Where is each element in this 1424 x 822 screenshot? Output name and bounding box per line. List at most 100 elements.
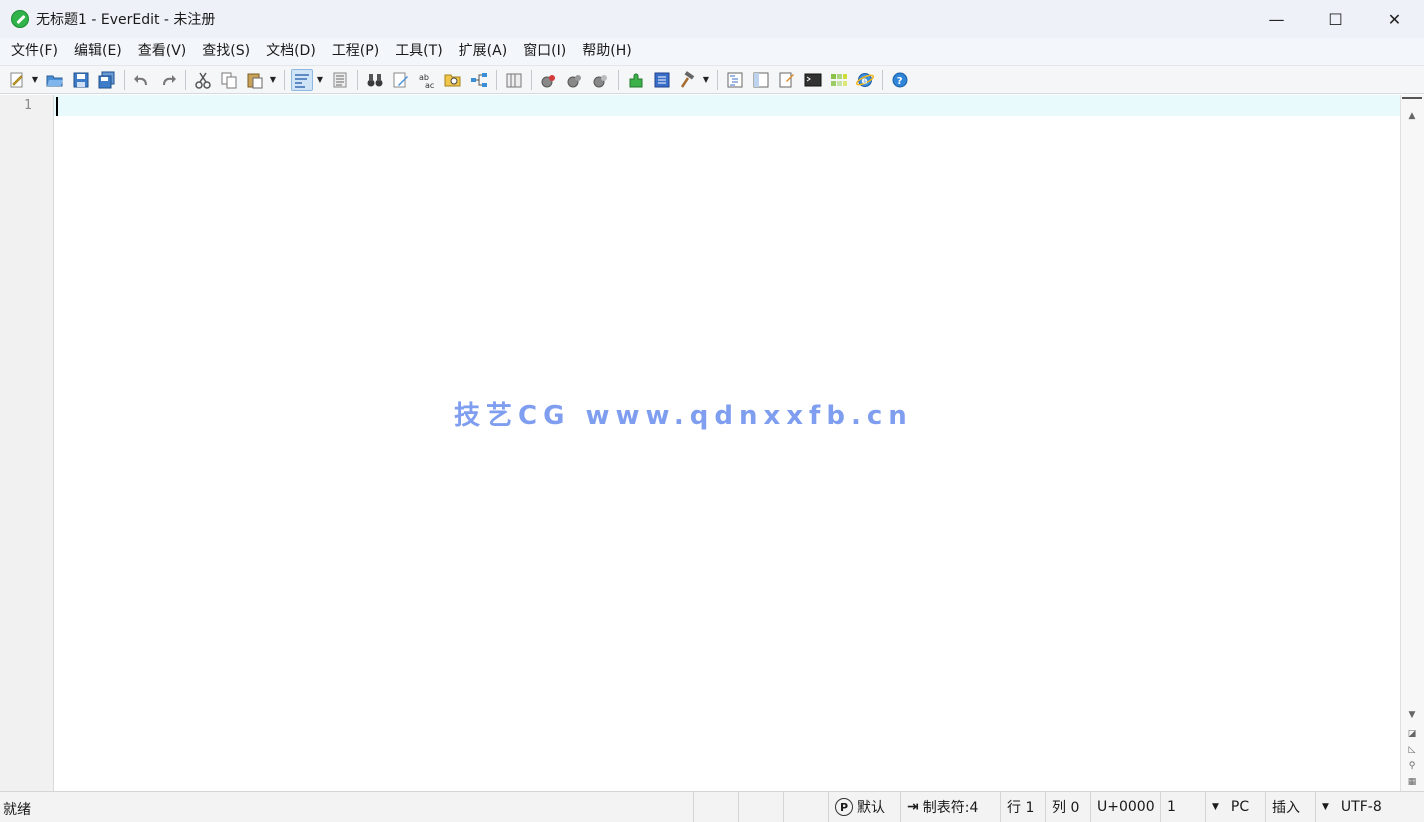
- text-editor[interactable]: 技艺CG www.qdnxxfb.cn: [54, 95, 1400, 791]
- browser-preview-icon[interactable]: e: [854, 69, 876, 91]
- ruler-toggle-icon[interactable]: ◺: [1403, 743, 1421, 757]
- status-bar: 就绪 P 默认 ⇥ 制表符:4 行 1 列 0 U+0000 1 ▼ PC 插入…: [0, 791, 1424, 822]
- status-empty-1: [693, 792, 738, 822]
- save-icon[interactable]: [70, 69, 92, 91]
- status-ready: 就绪: [3, 802, 31, 818]
- console-icon[interactable]: [802, 69, 824, 91]
- text-caret: [56, 97, 58, 116]
- find-binoculars-icon[interactable]: [364, 69, 386, 91]
- menu-search[interactable]: 查找(S): [194, 38, 258, 65]
- svg-text:ac: ac: [425, 81, 434, 89]
- theme-icon: P: [835, 798, 853, 816]
- menu-project[interactable]: 工程(P): [324, 38, 387, 65]
- menu-help[interactable]: 帮助(H): [574, 38, 639, 65]
- toolbar-separator: [618, 69, 619, 90]
- encoding-dropdown-icon: ▼: [1322, 802, 1329, 812]
- outline-panel-icon[interactable]: [724, 69, 746, 91]
- menu-view[interactable]: 查看(V): [130, 38, 195, 65]
- menu-tools[interactable]: 工具(T): [387, 38, 450, 65]
- toolbar-separator: [531, 69, 532, 90]
- status-line[interactable]: 行 1: [1000, 792, 1045, 822]
- status-theme-label: 默认: [857, 800, 885, 816]
- status-empty-3: [783, 792, 828, 822]
- menu-window[interactable]: 窗口(I): [515, 38, 574, 65]
- word-wrap-icon[interactable]: [291, 68, 313, 91]
- menu-edit[interactable]: 编辑(E): [66, 38, 130, 65]
- minimap-toggle-icon[interactable]: ◪: [1403, 727, 1421, 741]
- status-column[interactable]: 列 0: [1045, 792, 1090, 822]
- format-icon[interactable]: [329, 69, 351, 91]
- play-macro-icon[interactable]: [564, 69, 586, 91]
- status-empty-2: [738, 792, 783, 822]
- toolbar-separator: [496, 69, 497, 90]
- status-tab-size[interactable]: ⇥ 制表符:4: [900, 792, 1000, 822]
- minimize-button[interactable]: —: [1247, 0, 1306, 38]
- vertical-scrollbar[interactable]: ▲ ▼ ◪ ◺ ⚲ ▦: [1400, 95, 1424, 791]
- status-selection: 1: [1160, 792, 1205, 822]
- status-eol[interactable]: ▼ PC: [1205, 792, 1265, 822]
- color-grid-icon[interactable]: [828, 69, 850, 91]
- menu-bar: 文件(F) 编辑(E) 查看(V) 查找(S) 文档(D) 工程(P) 工具(T…: [0, 38, 1424, 65]
- toolbar-separator: [124, 69, 125, 90]
- window-title: 无标题1 - EverEdit - 未注册: [36, 12, 216, 28]
- menu-extensions[interactable]: 扩展(A): [451, 38, 516, 65]
- everedit-logo-icon: [11, 10, 29, 28]
- plugin-icon[interactable]: [625, 69, 647, 91]
- status-tab-label: 制表符:4: [922, 800, 979, 816]
- build-dropdown-icon[interactable]: ▼: [701, 69, 711, 91]
- word-wrap-dropdown-icon[interactable]: ▼: [315, 69, 325, 91]
- redo-icon[interactable]: [157, 69, 179, 91]
- help-icon[interactable]: ?: [889, 69, 911, 91]
- status-insert-mode[interactable]: 插入: [1265, 792, 1315, 822]
- spell-check-icon[interactable]: ab ac: [416, 69, 438, 91]
- new-file-dropdown-icon[interactable]: ▼: [30, 69, 40, 91]
- undo-icon[interactable]: [131, 69, 153, 91]
- zoom-icon[interactable]: ⚲: [1403, 759, 1421, 773]
- toolbar-separator: [185, 69, 186, 90]
- line-number: 1: [24, 98, 32, 113]
- status-theme[interactable]: P 默认: [828, 792, 900, 822]
- menu-file[interactable]: 文件(F): [3, 38, 66, 65]
- scroll-down-icon[interactable]: ▼: [1403, 708, 1421, 722]
- toolbar-separator: [717, 69, 718, 90]
- watermark-text: 技艺CG www.qdnxxfb.cn: [454, 401, 913, 431]
- toolbar-separator: [357, 69, 358, 90]
- sidebar-panel-icon[interactable]: [750, 69, 772, 91]
- new-file-icon[interactable]: [6, 69, 28, 91]
- eol-dropdown-icon: ▼: [1212, 802, 1219, 812]
- close-button[interactable]: ✕: [1365, 0, 1424, 38]
- toolbar-separator: [284, 69, 285, 90]
- find-in-files-icon[interactable]: [442, 69, 464, 91]
- record-macro-icon[interactable]: [538, 69, 560, 91]
- svg-text:e: e: [862, 76, 868, 86]
- replace-icon[interactable]: [390, 69, 412, 91]
- line-number-gutter: 1: [0, 95, 54, 791]
- menu-document[interactable]: 文档(D): [258, 38, 324, 65]
- maximize-button[interactable]: ☐: [1306, 0, 1365, 38]
- diagram-icon[interactable]: [468, 69, 490, 91]
- scroll-up-icon[interactable]: ▲: [1403, 109, 1421, 123]
- tab-arrow-icon: ⇥: [907, 799, 919, 815]
- save-macro-icon[interactable]: [590, 69, 612, 91]
- snippet-icon[interactable]: [651, 69, 673, 91]
- title-bar: 无标题1 - EverEdit - 未注册 — ☐ ✕: [0, 0, 1424, 38]
- toolbar-separator: [882, 69, 883, 90]
- save-all-icon[interactable]: [96, 69, 118, 91]
- svg-text:?: ?: [897, 76, 903, 87]
- window-controls: — ☐ ✕: [1247, 0, 1424, 38]
- copy-icon[interactable]: [218, 69, 240, 91]
- split-handle-icon[interactable]: [1402, 97, 1422, 105]
- status-eol-label: PC: [1230, 799, 1250, 815]
- paste-dropdown-icon[interactable]: ▼: [268, 69, 278, 91]
- status-encoding[interactable]: ▼ UTF-8: [1315, 792, 1400, 822]
- toolbar: ▼ ▼ ▼ ab ac ▼ e ?: [0, 65, 1424, 94]
- cut-icon[interactable]: [192, 69, 214, 91]
- current-line-highlight: [54, 95, 1400, 116]
- build-hammer-icon[interactable]: [677, 69, 699, 91]
- settings-grid-icon[interactable]: ▦: [1403, 775, 1421, 789]
- open-folder-icon[interactable]: [44, 69, 66, 91]
- status-encoding-label: UTF-8: [1340, 799, 1382, 815]
- column-mode-icon[interactable]: [503, 69, 525, 91]
- clipboard-panel-icon[interactable]: [776, 69, 798, 91]
- paste-icon[interactable]: [244, 69, 266, 91]
